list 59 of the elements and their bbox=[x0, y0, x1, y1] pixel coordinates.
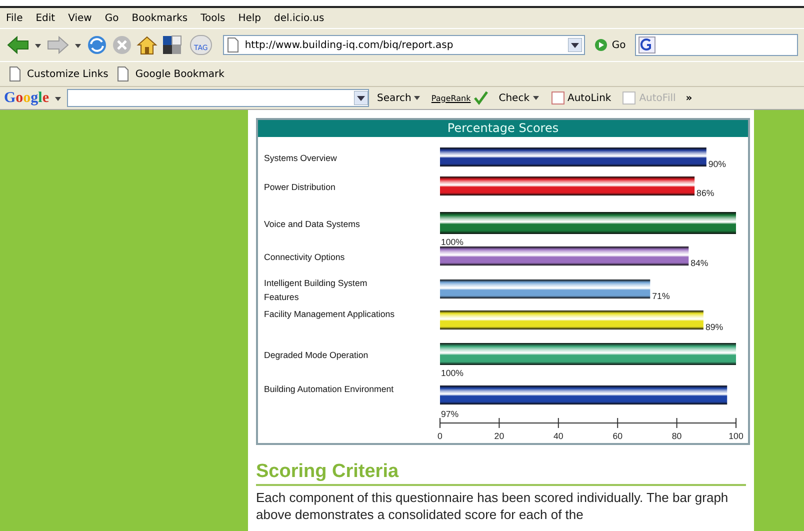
tick-label: 40 bbox=[554, 431, 564, 441]
grid-icon[interactable] bbox=[161, 34, 183, 56]
category-label: Building Automation Environment bbox=[264, 384, 394, 394]
category-label: Facility Management Applications bbox=[264, 309, 395, 319]
tick-label: 100 bbox=[728, 431, 744, 441]
tick-label: 0 bbox=[438, 431, 442, 441]
address-field[interactable]: http://www.building-iq.com/biq/report.asp bbox=[222, 35, 585, 55]
tick-label: 80 bbox=[672, 431, 682, 441]
value-label: 89% bbox=[705, 322, 724, 332]
tick-label: 20 bbox=[494, 431, 504, 441]
menu-item[interactable]: del.icio.us bbox=[274, 12, 324, 24]
value-label: 100% bbox=[441, 237, 464, 247]
bookmark-link[interactable]: Customize Links bbox=[8, 66, 108, 82]
value-label: 84% bbox=[690, 258, 708, 268]
value-label: 86% bbox=[696, 188, 714, 198]
page-icon[interactable] bbox=[226, 37, 240, 53]
toolbar-button[interactable]: AutoLink bbox=[550, 90, 612, 106]
category-label: Intelligent Building System Features bbox=[264, 278, 368, 302]
menu-item[interactable]: Tools bbox=[200, 12, 226, 24]
bookmark-link[interactable]: Google Bookmark bbox=[116, 66, 224, 82]
value-label: 71% bbox=[652, 291, 670, 301]
menu-item[interactable]: Help bbox=[238, 12, 262, 24]
dropdown-icon[interactable] bbox=[354, 91, 368, 105]
refresh-icon[interactable] bbox=[86, 34, 108, 56]
back-arrow-icon[interactable] bbox=[6, 34, 30, 56]
section-heading: Scoring Criteria bbox=[256, 461, 746, 486]
home-icon[interactable] bbox=[136, 34, 158, 56]
category-label: Voice and Data Systems bbox=[264, 219, 360, 229]
chart-title: Percentage Scores bbox=[258, 120, 748, 137]
category-label: Degraded Mode Operation bbox=[264, 350, 368, 360]
category-label: Power Distribution bbox=[264, 182, 336, 192]
google-logo[interactable]: Google bbox=[4, 90, 50, 106]
page-icon[interactable] bbox=[8, 66, 22, 82]
checkmark-icon[interactable] bbox=[472, 90, 489, 106]
category-label: Systems Overview bbox=[264, 153, 337, 163]
go-label: Go bbox=[612, 40, 626, 50]
menu-item[interactable]: File bbox=[6, 12, 23, 24]
search-engine-icon[interactable] bbox=[638, 36, 656, 54]
go-button[interactable]: Go bbox=[594, 38, 626, 52]
value-label: 100% bbox=[441, 368, 464, 378]
menu-item[interactable]: View bbox=[68, 12, 92, 24]
menu-item[interactable]: Bookmarks bbox=[132, 12, 188, 24]
more-button[interactable]: » bbox=[686, 92, 692, 104]
search-field[interactable] bbox=[67, 89, 370, 107]
menu-item[interactable]: Go bbox=[104, 12, 119, 24]
paragraph: Each component of this questionnaire has been scored individually. The bar graph above demonstrates a consolidated score for each of the bbox=[256, 489, 730, 523]
menu-item[interactable]: Edit bbox=[36, 12, 56, 24]
search-field[interactable] bbox=[634, 34, 798, 56]
toolbar-button[interactable]: Search bbox=[377, 92, 422, 104]
category-label: Connectivity Options bbox=[264, 252, 345, 262]
toolbar-button[interactable]: Check bbox=[498, 92, 540, 104]
value-label: 97% bbox=[441, 409, 459, 419]
page-icon[interactable] bbox=[116, 66, 130, 82]
tool-icon[interactable] bbox=[550, 90, 566, 106]
tick-label: 60 bbox=[612, 431, 622, 441]
toolbar-button[interactable]: PageRank bbox=[431, 90, 489, 106]
dropdown-icon[interactable] bbox=[568, 38, 582, 52]
value-label: 90% bbox=[708, 159, 726, 169]
play-icon[interactable] bbox=[594, 38, 608, 52]
